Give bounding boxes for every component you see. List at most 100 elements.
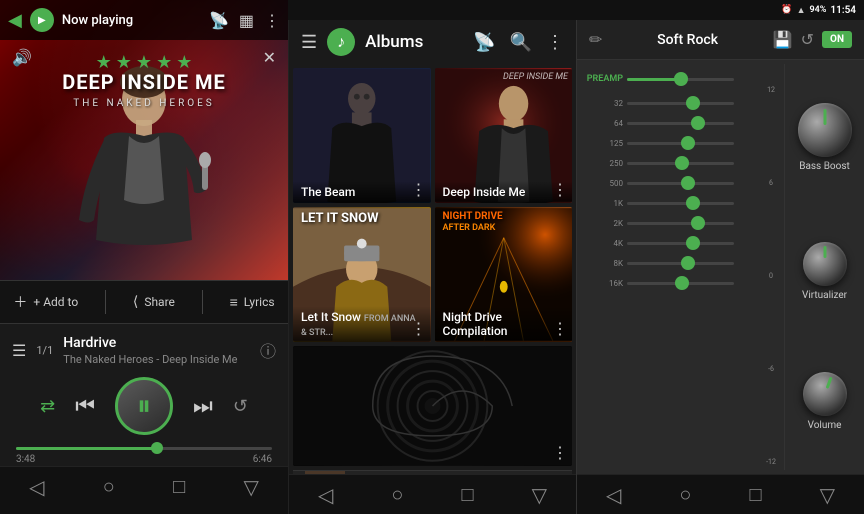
preamp-fill xyxy=(627,78,681,81)
play-pause-button[interactable]: ⏸ xyxy=(115,377,173,435)
nav-home-icon[interactable]: ○ xyxy=(103,474,115,499)
band-thumb-125[interactable] xyxy=(681,136,695,150)
band-slider-2k[interactable] xyxy=(627,222,734,225)
star-2[interactable]: ★ xyxy=(116,52,132,73)
albums-panel: ☰ ♪ Albums 📡 🔍 ⋮ xyxy=(288,0,576,514)
nav-home-eq[interactable]: ○ xyxy=(679,482,691,507)
nav-down-eq[interactable]: ▽ xyxy=(820,483,835,507)
shuffle-button[interactable]: ⇄ xyxy=(40,396,55,417)
nav-recent-icon[interactable]: □ xyxy=(173,474,185,499)
nav-down-icon[interactable]: ▽ xyxy=(243,475,258,499)
volume-label: Volume xyxy=(808,420,842,431)
star-1[interactable]: ★ xyxy=(96,52,112,73)
band-thumb-16k[interactable] xyxy=(675,276,689,290)
more-options-icon[interactable]: ⋮ xyxy=(264,11,280,30)
preamp-row: PREAMP xyxy=(581,68,754,90)
band-slider-125[interactable] xyxy=(627,142,734,145)
freq-label-16k: 16K xyxy=(581,279,623,288)
band-slider-64[interactable] xyxy=(627,122,734,125)
albums-header: ☰ ♪ Albums 📡 🔍 ⋮ xyxy=(289,20,576,64)
eq-reset-icon[interactable]: ↺ xyxy=(801,30,814,49)
album-card-spiral[interactable]: ⋮ xyxy=(293,346,572,466)
band-thumb-32[interactable] xyxy=(686,96,700,110)
menu-icon[interactable]: ☰ xyxy=(301,32,317,53)
band-thumb-4k[interactable] xyxy=(686,236,700,250)
star-3[interactable]: ★ xyxy=(136,52,152,73)
freq-label-250: 250 xyxy=(581,159,623,168)
bass-boost-knob[interactable] xyxy=(798,103,852,157)
band-slider-16k[interactable] xyxy=(627,282,734,285)
band-slider-1k[interactable] xyxy=(627,202,734,205)
virtualizer-label: Virtualizer xyxy=(802,290,847,301)
progress-thumb[interactable] xyxy=(151,442,163,454)
album-card-beam[interactable]: The Beam ⋮ xyxy=(293,68,431,203)
star-4[interactable]: ★ xyxy=(156,52,172,73)
album-more-spiral[interactable]: ⋮ xyxy=(552,443,568,462)
share-button[interactable]: ⟨ Share xyxy=(133,294,175,310)
nav-recent-mid[interactable]: □ xyxy=(461,482,473,507)
lyrics-icon: ≡ xyxy=(230,294,238,311)
eq-on-button[interactable]: ON xyxy=(822,31,852,48)
db-scale-6n: -6 xyxy=(768,365,774,373)
album-more-deep[interactable]: ⋮ xyxy=(552,180,568,199)
album-card-night[interactable]: NIGHT DRIVE AFTER DARK Night Drive Compi… xyxy=(435,207,573,342)
album-more-snow[interactable]: ⋮ xyxy=(411,319,427,338)
band-thumb-500[interactable] xyxy=(681,176,695,190)
eq-band-32: 32 xyxy=(581,93,754,113)
band-thumb-2k[interactable] xyxy=(691,216,705,230)
virtualizer-knob[interactable] xyxy=(803,242,847,286)
band-thumb-8k[interactable] xyxy=(681,256,695,270)
volume-knob[interactable] xyxy=(796,366,852,422)
next-button[interactable]: ⏭ xyxy=(193,394,213,419)
preamp-thumb[interactable] xyxy=(674,72,688,86)
eq-main: PREAMP 32 xyxy=(577,60,864,474)
band-thumb-64[interactable] xyxy=(691,116,705,130)
album-more-beam[interactable]: ⋮ xyxy=(411,180,427,199)
band-thumb-1k[interactable] xyxy=(686,196,700,210)
band-slider-250[interactable] xyxy=(627,162,734,165)
nav-recent-eq[interactable]: □ xyxy=(749,482,761,507)
lyrics-button[interactable]: ≡ Lyrics xyxy=(230,294,275,311)
nav-home-mid[interactable]: ○ xyxy=(391,482,403,507)
eq-pencil-icon[interactable]: ✏ xyxy=(589,30,602,49)
progress-bar[interactable] xyxy=(16,447,272,450)
track-artist: The Naked Heroes - Deep Inside Me xyxy=(63,353,250,366)
preamp-slider[interactable] xyxy=(627,78,734,81)
nav-back-eq[interactable]: ◁ xyxy=(606,483,621,507)
cast-icon-mid[interactable]: 📡 xyxy=(473,32,495,53)
repeat-button[interactable]: ↺ xyxy=(233,396,248,417)
albums-title: Albums xyxy=(365,32,463,52)
db-scale-0: 0 xyxy=(769,272,773,280)
middle-nav-bar: ◁ ○ □ ▽ xyxy=(289,474,576,514)
album-card-deep[interactable]: DEEP INSIDE ME Deep Inside Me ⋮ xyxy=(435,68,573,203)
band-thumb-250[interactable] xyxy=(675,156,689,170)
eq-save-icon[interactable]: 💾 xyxy=(773,30,793,49)
db-scale-6p: 6 xyxy=(769,179,773,187)
search-icon[interactable]: 🔍 xyxy=(510,32,532,53)
track-info-icon[interactable]: ⓘ xyxy=(260,338,276,362)
rating-stars[interactable]: ★ ★ ★ ★ ★ xyxy=(0,52,288,73)
more-icon-mid[interactable]: ⋮ xyxy=(546,32,564,53)
freq-label-4k: 4K xyxy=(581,239,623,248)
album-card-snow[interactable]: LET IT SNOW Let It Snow FROM ANNA & STR.… xyxy=(293,207,431,342)
star-5[interactable]: ★ xyxy=(176,52,192,73)
band-slider-4k[interactable] xyxy=(627,242,734,245)
nav-back-mid[interactable]: ◁ xyxy=(318,483,333,507)
track-list-icon[interactable]: ☰ xyxy=(12,341,26,360)
cast-icon[interactable]: 📡 xyxy=(209,11,229,30)
previous-button[interactable]: ⏮ xyxy=(75,394,95,419)
nav-down-mid[interactable]: ▽ xyxy=(532,483,547,507)
mini-play-button[interactable]: ▶ xyxy=(30,8,54,32)
back-button[interactable]: ◀ xyxy=(8,10,22,31)
freq-label-2k: 2K xyxy=(581,219,623,228)
album-more-night[interactable]: ⋮ xyxy=(552,319,568,338)
add-to-button[interactable]: ＋ + Add to xyxy=(13,292,78,312)
app-logo[interactable]: ♪ xyxy=(327,28,355,56)
progress-area: 3:48 6:46 xyxy=(0,443,288,465)
equalizer-icon[interactable]: ▦ xyxy=(239,11,254,30)
band-slider-8k[interactable] xyxy=(627,262,734,265)
band-slider-500[interactable] xyxy=(627,182,734,185)
playback-controls-area: ⇄ ⏮ ⏸ ⏭ ↺ 3:48 6:46 xyxy=(0,376,288,466)
nav-back-icon[interactable]: ◁ xyxy=(29,475,44,499)
band-slider-32[interactable] xyxy=(627,102,734,105)
